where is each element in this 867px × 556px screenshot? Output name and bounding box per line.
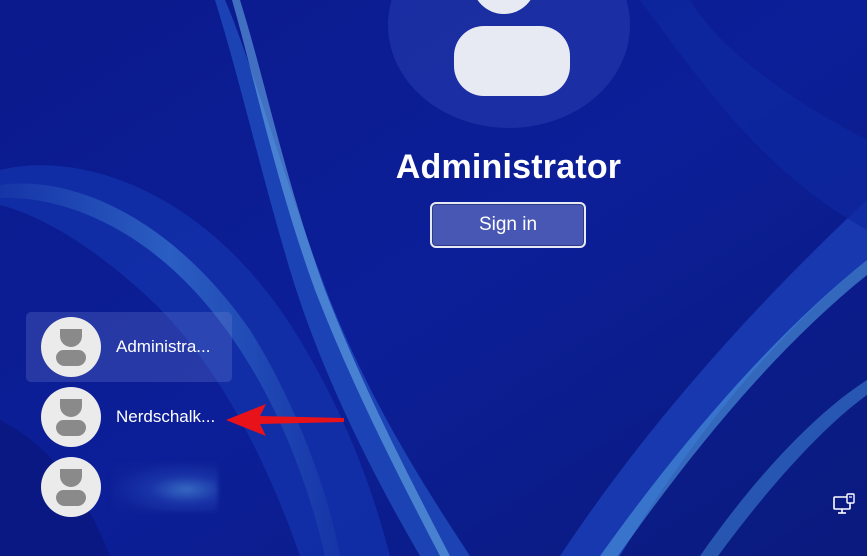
- user-list-item-nerdschalk[interactable]: Nerdschalk...: [26, 382, 232, 452]
- current-user-name: Administrator: [395, 148, 622, 186]
- user-avatar-icon: [41, 457, 101, 517]
- sign-in-button[interactable]: Sign in: [430, 202, 586, 248]
- user-list-label: Administra...: [116, 337, 211, 356]
- blurred-user-name: [112, 462, 218, 512]
- user-list-item-administrator[interactable]: Administra...: [26, 312, 232, 382]
- network-icon[interactable]: [832, 492, 856, 516]
- user-avatar-icon: [41, 317, 101, 377]
- user-list-item-obscured[interactable]: [26, 452, 232, 522]
- avatar-body: [454, 26, 570, 96]
- avatar-head: [472, 0, 536, 14]
- user-avatar-icon: [41, 387, 101, 447]
- red-arrow-annotation: [226, 404, 344, 436]
- user-list-label: Nerdschalk...: [116, 407, 216, 426]
